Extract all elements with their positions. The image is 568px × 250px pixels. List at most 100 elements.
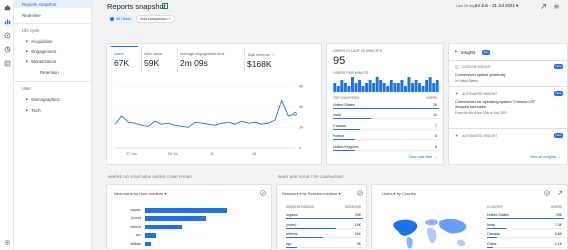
insight-headline[interactable]: Conversions for operating system "Chrome… <box>455 100 535 104</box>
row-label: India <box>333 113 341 118</box>
per-minute-bar <box>382 83 386 92</box>
metric-label: Users <box>114 52 124 56</box>
users-per-minute-label: USERS PER MINUTE <box>333 71 369 75</box>
explore-icon[interactable] <box>3 31 11 39</box>
insights-divider <box>449 60 568 61</box>
metric-new-users[interactable]: New users 59K <box>144 52 162 68</box>
share-icon[interactable] <box>557 190 563 196</box>
metric-total-revenue[interactable]: Total revenue ⚠ $168K <box>247 52 274 69</box>
world-map <box>393 218 467 249</box>
sidebar-item-real-time[interactable]: Real-time <box>14 11 92 19</box>
expand-triangle-icon: ▶ <box>26 49 29 53</box>
date-range-picker[interactable]: 24 Jun - 21 Jul 2021 ▾ <box>475 3 518 9</box>
sidebar-divider <box>14 23 92 24</box>
x-tick-label: 04 Jul <box>168 152 178 156</box>
users-line-chart: 6K 4K 2K 0 27 Jun 04 Jul 11 18 <box>114 84 304 156</box>
per-minute-bar <box>379 80 383 92</box>
per-minute-bar <box>350 77 354 92</box>
insight-subtext: From the 4th to the 10th of July 2021 <box>455 111 508 115</box>
row-value: 3.6K <box>554 232 562 236</box>
sidebar-item-reports-snapshot[interactable]: Reports snapshot <box>14 0 92 8</box>
sidebar-item-label: Real-time <box>22 12 41 18</box>
per-minute-bar <box>343 83 347 92</box>
row-bar <box>333 118 372 120</box>
per-minute-bar <box>386 86 390 92</box>
check-circle-icon <box>357 190 363 196</box>
sidebar-item-acquisition[interactable]: ▶ Acquisition <box>14 37 92 45</box>
row-value: 6 <box>435 134 437 139</box>
row-label: United Kingdom <box>333 144 359 149</box>
country-header: COUNTRY <box>487 205 503 209</box>
view-all-insights-link[interactable]: View all insights → <box>529 155 561 159</box>
expand-triangle-icon: ▶ <box>26 39 29 43</box>
bar-label: organic <box>129 208 141 212</box>
per-minute-bar <box>340 80 344 92</box>
users-header: USERS <box>426 96 437 100</box>
metric-value: 59K <box>144 58 160 68</box>
insights-count-badge: 10+ <box>482 50 491 55</box>
insight-tag: CUSTOM INSIGHT <box>462 65 491 69</box>
insights-divider <box>449 86 568 87</box>
row-label: referral <box>286 232 298 236</box>
home-icon[interactable] <box>3 3 11 11</box>
metric-users[interactable]: Users 67K <box>114 52 129 68</box>
insight-subtext: In United States <box>455 79 478 83</box>
sidebar-item-monetization[interactable]: ▶ Monetization <box>14 57 92 65</box>
per-minute-bar <box>358 80 361 92</box>
per-minute-bar <box>425 80 429 92</box>
sidebar-section-life-cycle: Life cycle <box>22 28 40 33</box>
add-comparison-button[interactable]: Add comparison + <box>136 15 175 23</box>
sidebar-item-engagement[interactable]: ▶ Engagement <box>14 47 92 55</box>
left-rail <box>0 0 14 250</box>
row-track <box>487 237 564 238</box>
new-users-section-title: WHERE DO YOUR NEW USERS COME FROM? <box>108 175 193 179</box>
settings-gear-icon[interactable] <box>3 238 11 246</box>
y-tick-label: 6K <box>299 84 304 88</box>
row-track <box>286 246 363 248</box>
insight-tag: AUTOMATED INSIGHT <box>462 92 498 96</box>
segment-chip-label: All Users <box>116 17 132 21</box>
bar-label: (none) <box>131 216 141 221</box>
y-tick-label: 4K <box>299 105 304 109</box>
row-label: India <box>487 222 495 227</box>
sidebar-item-tech[interactable]: ▶ Tech <box>14 106 92 114</box>
sidebar-item-label: Tech <box>31 107 41 113</box>
card-title[interactable]: Sessions ▾ by Session medium ▾ <box>282 191 340 196</box>
row-value: 2.1K <box>554 241 562 246</box>
row-value: 6 <box>435 144 437 149</box>
sidebar-item-label: Monetization <box>31 58 57 64</box>
row-label: organic <box>286 213 298 217</box>
row-bar <box>487 227 507 229</box>
advertising-icon[interactable] <box>3 45 11 53</box>
sidebar-item-retention[interactable]: Retention <box>14 68 92 76</box>
page-title: Reports snapshot <box>107 2 166 11</box>
card-title[interactable]: New users by User medium ▾ <box>114 191 166 196</box>
bar-label: cpc <box>135 233 141 238</box>
metric-average-engagement-time[interactable]: Average engagement time 2m 09s <box>180 52 224 68</box>
sidebar-item-demographics[interactable]: ▶ Demographics <box>14 95 92 103</box>
date-range-value: 24 Jun - 21 Jul 2021 <box>475 3 515 8</box>
realtime-card: USERS IN LAST 30 MINUTES 95 USERS PER MI… <box>326 43 444 165</box>
row-track <box>487 246 564 248</box>
configure-icon[interactable] <box>3 59 11 67</box>
view-real-time-link[interactable]: View real time → <box>408 155 437 159</box>
metric-label: Total revenue ⚠ <box>247 52 274 57</box>
new-users-bar <box>145 208 227 213</box>
chevron-down-icon: ▾ <box>516 3 519 8</box>
row-label: China <box>487 241 497 246</box>
card-title[interactable]: Users ▾ by Country <box>382 191 416 196</box>
custom-insight-icon: ◫ <box>455 64 459 69</box>
row-bar <box>487 246 494 248</box>
row-value: 11K <box>354 232 361 236</box>
share-icon[interactable] <box>540 3 547 10</box>
automated-insight-icon: ✦ <box>455 133 459 138</box>
insight-headline[interactable]: Conversions spiked yesterday <box>455 73 506 77</box>
per-minute-bar <box>407 77 411 92</box>
row-bar <box>286 246 297 248</box>
per-minute-bar <box>418 83 422 92</box>
row-label: (none) <box>286 222 297 227</box>
segment-chip-all-users[interactable]: All Users <box>108 15 135 23</box>
customize-report-icon[interactable] <box>553 3 560 10</box>
reports-icon[interactable] <box>3 17 11 25</box>
row-label: United States <box>487 213 509 217</box>
